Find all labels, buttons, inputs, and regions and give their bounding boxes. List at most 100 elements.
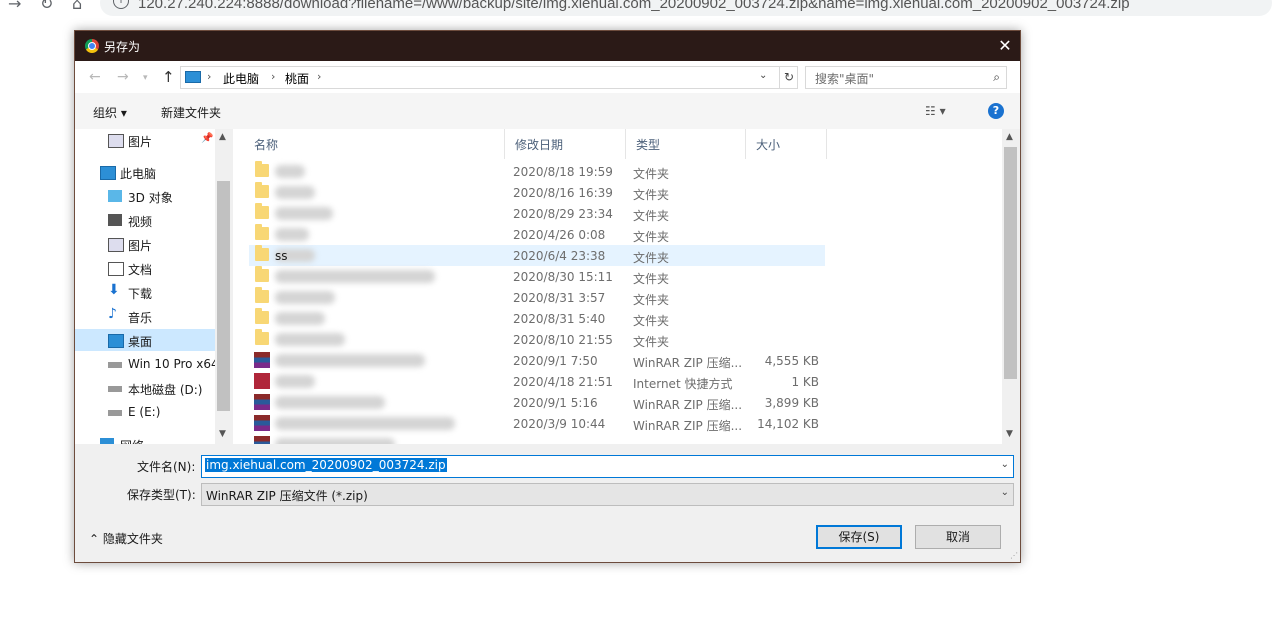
breadcrumb[interactable]: › 此电脑 › 桃面 › ⌄ ↻ <box>180 66 798 89</box>
folder-icon <box>255 245 269 261</box>
documents-icon <box>108 262 124 276</box>
forward-icon[interactable]: → <box>8 0 21 13</box>
nav-item-3d-objects[interactable]: 3D 对象 <box>75 185 215 207</box>
home-icon[interactable]: ⌂ <box>72 0 82 13</box>
table-row[interactable]: 2020/8/16 16:39 文件夹 <box>249 182 825 203</box>
recent-locations-icon[interactable]: ▾ <box>143 73 148 83</box>
hide-folders-toggle[interactable]: ⌃ 隐藏文件夹 <box>89 530 163 547</box>
url-text[interactable]: 120.27.240.224:8888/download?filename=/w… <box>138 0 1130 12</box>
scroll-down-icon[interactable]: ▼ <box>219 429 226 439</box>
save-button[interactable]: 保存(S) <box>816 525 902 549</box>
table-row[interactable]: 2020/9/1 5:16 WinRAR ZIP 压缩... 3,899 KB <box>249 392 825 413</box>
nav-item-network[interactable]: 网络 <box>75 433 215 444</box>
up-folder-icon[interactable]: ↑ <box>162 68 175 86</box>
file-type: 文件夹 <box>633 230 670 244</box>
new-folder-button[interactable]: 新建文件夹 <box>161 104 221 121</box>
crumb-desktop[interactable]: 桃面 <box>285 70 309 87</box>
forward-icon[interactable]: → <box>117 69 129 85</box>
blurred-name <box>275 270 435 283</box>
nav-scroll-thumb[interactable] <box>217 181 230 411</box>
nav-item-documents[interactable]: 文档 <box>75 257 215 279</box>
nav-item-desktop[interactable]: 桌面 <box>75 329 215 351</box>
nav-item-music[interactable]: ♪ 音乐 <box>75 305 215 327</box>
blurred-name <box>275 228 309 241</box>
table-row[interactable]: 2020/8/30 15:11 文件夹 <box>249 266 825 287</box>
table-row[interactable]: 2020/9/1 7:50 WinRAR ZIP 压缩... 4,555 KB <box>249 350 825 371</box>
organize-button[interactable]: 组织 ▾ <box>93 104 127 121</box>
file-list-scrollbar[interactable]: ▲ ▼ <box>1002 129 1020 444</box>
nav-label: 3D 对象 <box>128 191 173 205</box>
reload-icon[interactable]: ↻ <box>40 0 53 13</box>
table-row[interactable] <box>249 434 825 444</box>
nav-item-drive-d[interactable]: 本地磁盘 (D:) <box>75 377 215 399</box>
nav-label: 视频 <box>128 215 153 229</box>
scroll-down-icon[interactable]: ▼ <box>1006 429 1013 439</box>
scroll-up-icon[interactable]: ▲ <box>219 132 226 142</box>
chevron-down-icon[interactable]: ⌄ <box>1001 459 1009 470</box>
file-type: WinRAR ZIP 压缩... <box>633 419 743 433</box>
help-icon[interactable]: ? <box>988 103 1004 119</box>
filename-value[interactable]: img.xiehual.com_20200902_003724.zip <box>205 458 447 472</box>
chevron-down-icon[interactable]: ⌄ <box>759 70 767 81</box>
refresh-icon[interactable]: ↻ <box>779 67 798 88</box>
table-row[interactable]: 2020/4/26 0:08 文件夹 <box>249 224 825 245</box>
back-icon[interactable]: ← <box>89 69 101 85</box>
search-input[interactable]: 搜索"桌面" ⌕ <box>805 66 1007 89</box>
nav-label: 文档 <box>128 263 153 277</box>
file-type: 文件夹 <box>633 293 670 307</box>
table-row[interactable]: 2020/3/9 10:44 WinRAR ZIP 压缩... 14,102 KB <box>249 413 825 434</box>
close-icon[interactable]: ✕ <box>990 31 1020 61</box>
nav-item-drive-e[interactable]: E (E:) <box>75 401 215 423</box>
chevron-right-icon[interactable]: › <box>317 70 321 83</box>
file-list: 名称 ^ 修改日期 类型 大小 2020/8/18 19:59 文件夹 2020/8… <box>233 129 1020 444</box>
drive-icon <box>108 362 122 368</box>
resize-grip-icon[interactable]: ⋰ <box>1010 551 1018 560</box>
file-modified: 2020/8/18 19:59 <box>513 165 613 179</box>
column-modified[interactable]: 修改日期 <box>505 129 626 159</box>
table-row[interactable]: 2020/8/29 23:34 文件夹 <box>249 203 825 224</box>
nav-label: 此电脑 <box>120 167 157 181</box>
chevron-down-icon[interactable]: ⌄ <box>1001 487 1009 498</box>
nav-scrollbar[interactable]: ▲ ▼ <box>215 129 233 444</box>
file-list-scroll-thumb[interactable] <box>1004 147 1017 379</box>
filetype-select[interactable]: WinRAR ZIP 压缩文件 (*.zip) ⌄ <box>201 483 1014 506</box>
chrome-icon <box>85 39 99 53</box>
nav-item-video[interactable]: 视频 <box>75 209 215 231</box>
cancel-button[interactable]: 取消 <box>915 525 1001 549</box>
file-size: 4,555 KB <box>764 354 819 368</box>
chevron-right-icon[interactable]: › <box>207 70 211 83</box>
view-options-icon[interactable]: ☷ ▾ <box>925 104 946 118</box>
nav-item-this-pc[interactable]: 此电脑 <box>75 161 215 183</box>
blurred-name <box>275 291 335 304</box>
nav-label: E (E:) <box>128 405 161 419</box>
table-row[interactable]: 2020/8/31 5:40 文件夹 <box>249 308 825 329</box>
file-modified: 2020/8/31 3:57 <box>513 291 606 305</box>
file-type: Internet 快捷方式 <box>633 377 733 391</box>
crumb-this-pc[interactable]: 此电脑 <box>223 70 259 87</box>
table-row[interactable]: 2020/8/10 21:55 文件夹 <box>249 329 825 350</box>
dialog-titlebar[interactable]: 另存为 ✕ <box>75 31 1020 61</box>
folder-icon <box>255 287 269 303</box>
filename-field[interactable]: img.xiehual.com_20200902_003724.zip ⌄ <box>201 455 1014 478</box>
column-type[interactable]: 类型 <box>626 129 746 159</box>
column-name[interactable]: 名称 ^ <box>244 129 505 159</box>
table-row[interactable]: 2020/8/18 19:59 文件夹 <box>249 161 825 182</box>
file-modified: 2020/4/18 21:51 <box>513 375 613 389</box>
nav-label: Win 10 Pro x64 <box>128 357 219 371</box>
nav-item-pictures[interactable]: 图片 <box>75 233 215 255</box>
table-row[interactable]: 2020/4/18 21:51 Internet 快捷方式 1 KB <box>249 371 825 392</box>
nav-item-win10-drive[interactable]: Win 10 Pro x64 <box>75 353 219 375</box>
nav-item-pictures-pinned[interactable]: 图片 📌 <box>75 129 215 151</box>
column-size[interactable]: 大小 <box>746 129 827 159</box>
nav-item-downloads[interactable]: ⬇ 下载 <box>75 281 215 303</box>
chevron-right-icon[interactable]: › <box>271 70 275 83</box>
table-row[interactable]: 2020/8/31 3:57 文件夹 <box>249 287 825 308</box>
table-row[interactable]: ss 2020/6/4 23:38 文件夹 <box>249 245 825 266</box>
file-type: 文件夹 <box>633 188 670 202</box>
nav-label: 下载 <box>128 287 153 301</box>
file-type: 文件夹 <box>633 209 670 223</box>
pin-icon[interactable]: 📌 <box>201 133 213 144</box>
scroll-up-icon[interactable]: ▲ <box>1006 132 1013 142</box>
filetype-value: WinRAR ZIP 压缩文件 (*.zip) <box>206 489 368 503</box>
nav-label: 本地磁盘 (D:) <box>128 383 203 397</box>
